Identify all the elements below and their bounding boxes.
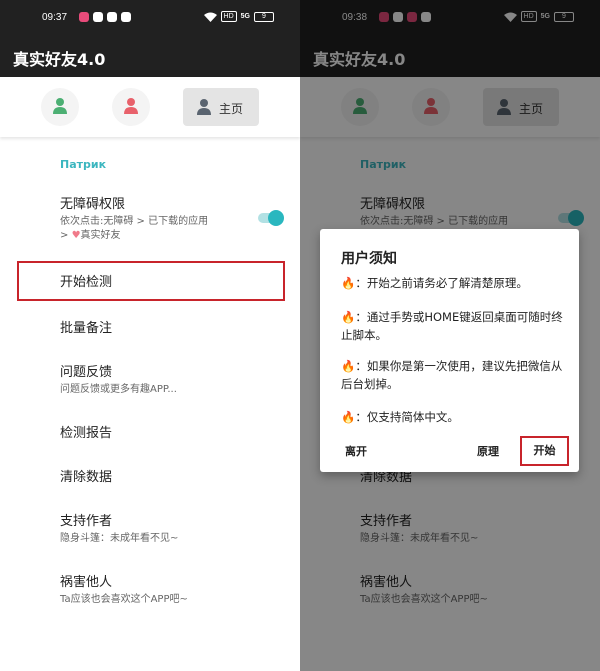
menu-item-title: 支持作者 bbox=[60, 514, 113, 529]
principle-button[interactable]: 原理 bbox=[477, 443, 499, 459]
accessibility-toggle[interactable] bbox=[258, 210, 284, 226]
right-screen: 09:38 HD 5G 9 真实好友4.0 主页 Патрик 无障碍权限 依次… bbox=[300, 0, 600, 671]
menu-accessibility[interactable]: 无障碍权限 依次点击:无障碍 > 已下载的应用 > ♥真实好友 bbox=[60, 193, 208, 243]
wifi-icon bbox=[203, 12, 217, 22]
tab-green-user[interactable] bbox=[41, 88, 79, 126]
start-button[interactable]: 开始 bbox=[520, 436, 569, 466]
tab-bar: 主页 bbox=[0, 77, 300, 137]
battery-icon: 9 bbox=[254, 11, 274, 22]
person-icon bbox=[197, 99, 211, 115]
toggle-knob bbox=[268, 210, 284, 226]
dialog-title: 用户须知 bbox=[341, 251, 397, 267]
menu-item-title: 批量备注 bbox=[60, 321, 113, 336]
signal-icon: 5G bbox=[240, 12, 250, 20]
menu-item-subtitle: Ta应该也会喜欢这个APP吧~ bbox=[60, 594, 188, 605]
app-notification-icon bbox=[79, 12, 89, 22]
menu-item-subtitle: 问题反馈或更多有趣APP... bbox=[60, 384, 177, 395]
status-bar: 09:37 HD 5G 9 bbox=[0, 0, 300, 34]
tab-home-label: 主页 bbox=[219, 102, 244, 116]
menu-support-author[interactable]: 支持作者 隐身斗篷：未成年看不见~ bbox=[60, 510, 178, 546]
menu-batch-note[interactable]: 批量备注 bbox=[60, 317, 112, 336]
menu-item-title: 检测报告 bbox=[60, 426, 113, 441]
fire-icon: 🔥 bbox=[341, 410, 356, 424]
highlight-box bbox=[17, 261, 285, 301]
leave-button[interactable]: 离开 bbox=[345, 443, 367, 459]
dialog-line: 🔥：开始之前请务必了解清楚原理。 bbox=[341, 276, 528, 290]
app-notification-icon bbox=[93, 12, 103, 22]
section-label: Патрик bbox=[60, 158, 107, 171]
app-notification-icon bbox=[121, 12, 131, 22]
tab-home[interactable]: 主页 bbox=[183, 88, 259, 126]
fire-icon: 🔥 bbox=[341, 276, 356, 290]
tab-red-user[interactable] bbox=[112, 88, 150, 126]
user-notice-dialog: 用户须知 🔥：开始之前请务必了解清楚原理。 🔥：通过手势或HOME键返回桌面可随… bbox=[320, 229, 579, 472]
menu-item-title: 无障碍权限 bbox=[60, 197, 126, 212]
dialog-line: 🔥：如果你是第一次使用，建议先把微信从后台划掉。 bbox=[341, 359, 563, 391]
menu-item-subtitle: 隐身斗篷：未成年看不见~ bbox=[60, 533, 179, 544]
menu-item-subtitle: 依次点击:无障碍 > 已下载的应用 > ♥真实好友 bbox=[60, 216, 209, 241]
dialog-line: 🔥：通过手势或HOME键返回桌面可随时终止脚本。 bbox=[341, 310, 563, 342]
dialog-line: 🔥：仅支持简体中文。 bbox=[341, 410, 459, 424]
menu-item-title: 祸害他人 bbox=[60, 575, 113, 590]
menu-item-title: 问题反馈 bbox=[60, 365, 113, 380]
fire-icon: 🔥 bbox=[341, 359, 356, 373]
menu-feedback[interactable]: 问题反馈 问题反馈或更多有趣APP... bbox=[60, 361, 177, 397]
notification-icons bbox=[79, 12, 131, 22]
person-icon bbox=[53, 98, 67, 114]
app-title: 真实好友4.0 bbox=[13, 50, 106, 69]
status-right: HD 5G 9 bbox=[203, 11, 274, 22]
heart-icon: ♥ bbox=[71, 230, 81, 241]
fire-icon: 🔥 bbox=[341, 310, 356, 324]
app-bar: 真实好友4.0 bbox=[0, 34, 300, 77]
menu-item-title: 清除数据 bbox=[60, 470, 113, 485]
status-time: 09:37 bbox=[42, 12, 68, 23]
hd-badge: HD bbox=[220, 11, 237, 22]
screenshot-pair: 09:37 HD 5G 9 真实好友4.0 主页 Патрик 无障碍权限 依次… bbox=[0, 0, 600, 671]
person-icon bbox=[124, 98, 138, 114]
left-screen: 09:37 HD 5G 9 真实好友4.0 主页 Патрик 无障碍权限 依次… bbox=[0, 0, 300, 671]
menu-report[interactable]: 检测报告 bbox=[60, 422, 112, 441]
menu-harm-others[interactable]: 祸害他人 Ta应该也会喜欢这个APP吧~ bbox=[60, 571, 188, 607]
menu-clear-data[interactable]: 清除数据 bbox=[60, 466, 112, 485]
app-notification-icon bbox=[107, 12, 117, 22]
